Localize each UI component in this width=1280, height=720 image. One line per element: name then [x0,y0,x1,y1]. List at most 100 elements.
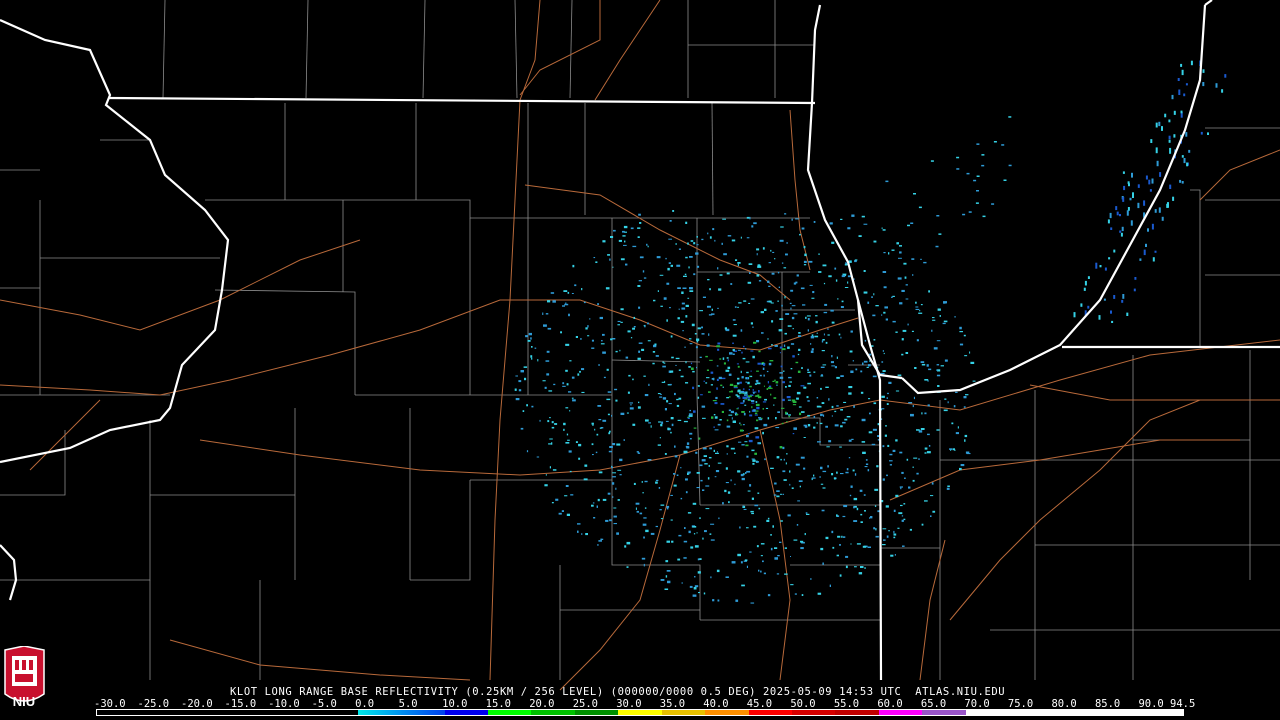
echo-pixel [700,479,703,482]
echo-pixel [748,388,750,391]
echo-pixel [601,340,603,342]
echo-pixel [766,519,770,522]
echo-pixel [666,505,670,508]
echo-pixel [515,375,518,377]
echo-pixel [907,323,909,326]
echo-pixel [665,420,669,422]
echo-pixel [776,495,780,498]
echo-pixel [907,224,910,227]
echo-pixel [1185,83,1188,86]
echo-pixel [873,293,875,296]
echo-pixel [770,547,773,551]
echo-pixel [828,440,832,443]
echo-pixel [782,470,786,473]
echo-pixel [749,216,751,220]
echo-pixel [861,441,866,443]
echo-pixel [852,360,854,362]
echo-pixel [689,409,691,412]
echo-pixel [928,445,931,447]
echo-pixel [803,260,807,263]
echo-pixel [820,366,825,368]
echo-pixel [790,556,791,557]
echo-pixel [1180,63,1183,67]
echo-pixel [744,559,748,562]
echo-pixel [700,394,703,396]
echo-pixel [807,382,811,385]
echo-pixel [727,491,731,494]
echo-pixel [746,527,749,529]
echo-pixel [699,464,703,467]
echo-pixel [791,487,794,489]
echo-pixel [575,441,578,443]
echo-pixel [666,400,669,403]
echo-pixel [831,415,833,417]
echo-pixel [652,362,655,365]
echo-pixel [1123,185,1126,191]
echo-pixel [668,262,671,264]
echo-pixel [893,536,896,539]
echo-pixel [770,249,772,252]
echo-pixel [765,407,769,409]
echo-pixel [860,370,863,373]
echo-pixel [955,391,958,393]
echo-pixel [711,416,714,419]
echo-pixel [694,585,699,588]
echo-pixel [571,376,575,379]
echo-pixel [888,252,890,255]
echo-pixel [716,345,720,348]
echo-pixel [737,377,740,380]
echo-pixel [797,335,802,337]
echo-pixel [920,304,923,306]
echo-pixel [677,317,680,320]
echo-pixel [793,539,798,541]
echo-pixel [685,304,689,307]
echo-pixel [1155,122,1158,128]
echo-pixel [869,517,870,519]
echo-pixel [1183,158,1186,164]
echo-pixel [591,347,595,349]
echo-pixel [622,230,625,233]
echo-pixel [807,368,809,371]
echo-pixel [570,494,574,496]
echo-pixel [854,259,858,261]
echo-pixel [920,428,925,430]
echo-pixel [603,376,606,379]
echo-pixel [1177,78,1180,81]
echo-pixel [784,213,787,215]
echo-pixel [669,370,674,373]
echo-pixel [522,410,525,412]
echo-pixel [923,261,927,264]
echo-pixel [741,411,745,413]
echo-pixel [654,343,657,346]
echo-pixel [1154,250,1157,253]
echo-pixel [883,352,885,355]
echo-pixel [716,378,719,381]
echo-pixel [729,391,733,393]
echo-pixel [685,256,688,259]
echo-pixel [829,584,831,587]
echo-pixel [689,343,693,345]
echo-pixel [762,431,764,435]
echo-pixel [753,222,757,225]
echo-pixel [702,537,704,540]
echo-pixel [655,355,659,357]
echo-pixel [844,287,849,288]
echo-pixel [551,426,555,429]
echo-pixel [707,477,710,480]
echo-pixel [835,279,838,282]
echo-pixel [772,251,775,253]
echo-pixel [809,374,812,377]
echo-pixel [882,370,886,372]
echo-pixel [768,385,772,387]
echo-pixel [885,425,887,427]
echo-pixel [731,417,733,420]
echo-pixel [642,523,647,526]
echo-pixel [792,355,795,358]
echo-pixel [787,514,791,517]
echo-pixel [912,479,915,482]
echo-pixel [744,391,746,393]
echo-pixel [906,458,909,461]
echo-pixel [641,481,643,483]
echo-pixel [773,397,777,399]
echo-pixel [930,160,934,162]
